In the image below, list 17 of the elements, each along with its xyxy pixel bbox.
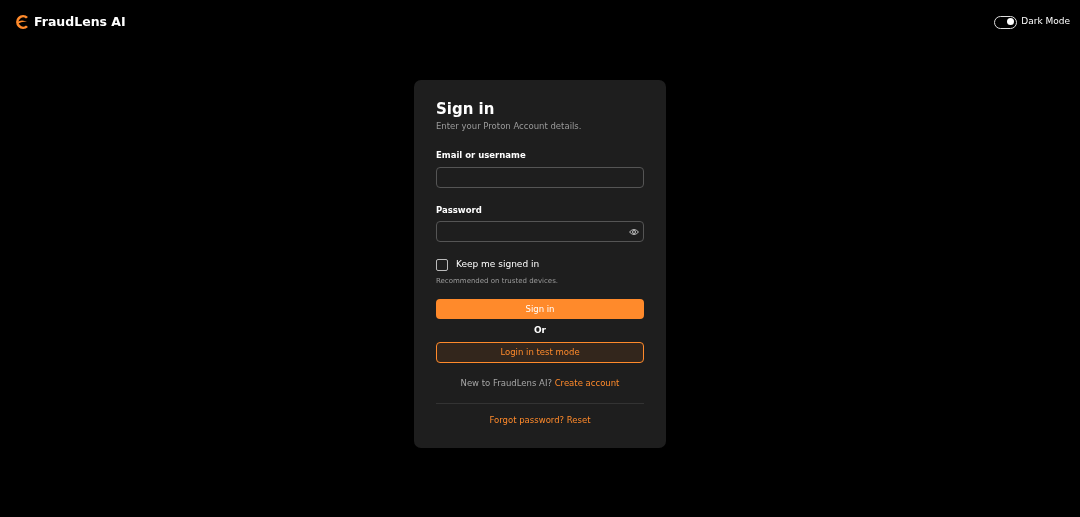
signup-text: New to FraudLens AI? [460, 377, 552, 388]
card-title: Sign in [436, 100, 496, 118]
separator-text: Or [532, 324, 548, 338]
password-field[interactable] [436, 221, 644, 243]
checkbox[interactable] [436, 259, 448, 271]
field-label: Password [436, 203, 483, 217]
eye-icon[interactable] [629, 227, 639, 236]
field-label: Email or username [436, 148, 527, 162]
brand-name: FraudLens AI [34, 12, 126, 31]
checkbox-label: Keep me signed in [456, 258, 540, 272]
toggle-label: Dark Mode [1021, 15, 1070, 29]
test-mode-button[interactable]: Login in test mode [436, 341, 644, 363]
email-field[interactable] [436, 166, 644, 188]
create-account-link[interactable]: Create account [554, 377, 620, 388]
logo-icon [14, 14, 30, 30]
card-subtitle: Enter your Proton Account details. [436, 120, 583, 133]
forgot-password-link[interactable]: Forgot password? Reset [489, 414, 591, 425]
